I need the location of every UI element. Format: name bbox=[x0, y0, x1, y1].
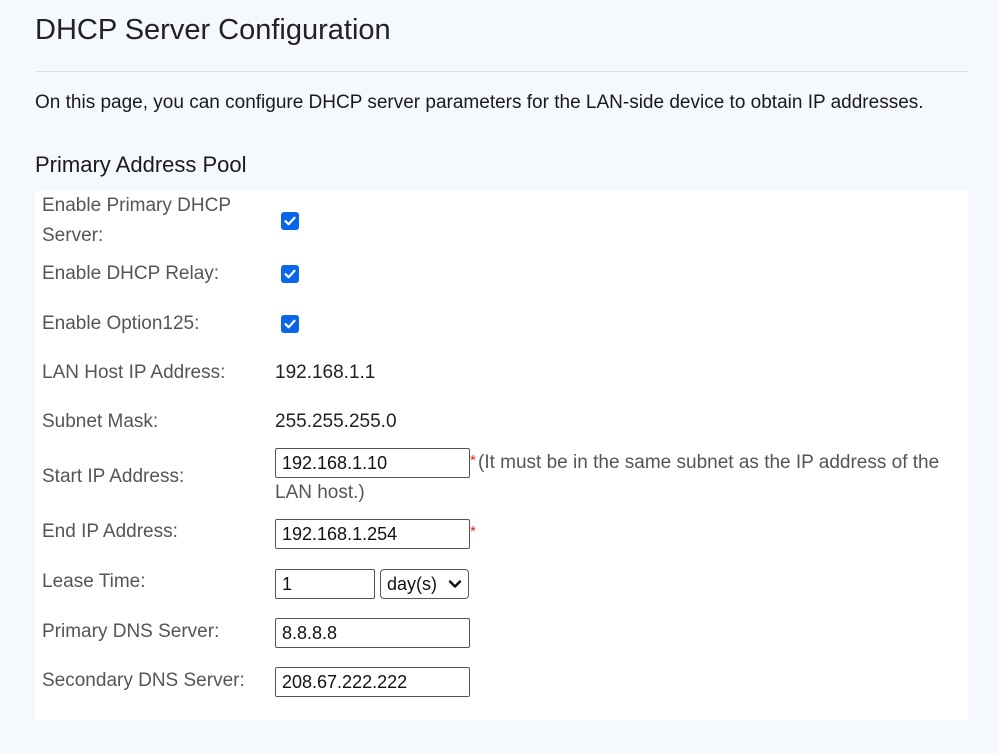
secondary-dns-label: Secondary DNS Server: bbox=[42, 670, 245, 691]
section-title: Primary Address Pool bbox=[35, 152, 247, 177]
lan-host-ip-label: LAN Host IP Address: bbox=[42, 362, 226, 383]
primary-address-pool-panel: Enable Primary DHCP Server: Enable DHCP … bbox=[35, 191, 968, 720]
start-ip-hint-line1: (It must be in the same subnet as the IP… bbox=[478, 452, 940, 473]
subnet-mask-value: 255.255.255.0 bbox=[275, 411, 397, 432]
lease-time-unit-value: day(s) bbox=[387, 574, 438, 594]
chevron-down-icon bbox=[448, 580, 462, 588]
lease-time-label: Lease Time: bbox=[42, 571, 146, 592]
title-divider bbox=[35, 71, 968, 72]
end-ip-label: End IP Address: bbox=[42, 521, 178, 542]
check-icon bbox=[284, 269, 296, 279]
lease-time-unit-select[interactable]: day(s) bbox=[380, 569, 469, 599]
enable-dhcp-relay-label: Enable DHCP Relay: bbox=[42, 263, 220, 284]
start-ip-input[interactable] bbox=[275, 448, 470, 478]
start-ip-required-mark: * bbox=[470, 452, 476, 469]
primary-dns-label: Primary DNS Server: bbox=[42, 621, 220, 642]
enable-primary-dhcp-checkbox[interactable] bbox=[281, 212, 299, 230]
enable-option125-label: Enable Option125: bbox=[42, 313, 200, 334]
enable-dhcp-relay-checkbox[interactable] bbox=[281, 265, 299, 283]
check-icon bbox=[284, 216, 296, 226]
subnet-mask-label: Subnet Mask: bbox=[42, 411, 159, 432]
lan-host-ip-value: 192.168.1.1 bbox=[275, 362, 376, 383]
start-ip-label: Start IP Address: bbox=[42, 466, 185, 487]
enable-primary-dhcp-label-line2: Server: bbox=[42, 225, 104, 246]
secondary-dns-input[interactable] bbox=[275, 667, 470, 697]
check-icon bbox=[284, 319, 296, 329]
lease-time-input[interactable] bbox=[275, 569, 375, 599]
end-ip-input[interactable] bbox=[275, 519, 470, 549]
end-ip-required-mark: * bbox=[470, 523, 476, 540]
start-ip-hint-line2: LAN host.) bbox=[275, 482, 365, 503]
enable-option125-checkbox[interactable] bbox=[281, 315, 299, 333]
page-title: DHCP Server Configuration bbox=[35, 14, 391, 46]
primary-dns-input[interactable] bbox=[275, 618, 470, 648]
enable-primary-dhcp-label-line1: Enable Primary DHCP bbox=[42, 195, 231, 216]
page-description: On this page, you can configure DHCP ser… bbox=[35, 92, 924, 113]
